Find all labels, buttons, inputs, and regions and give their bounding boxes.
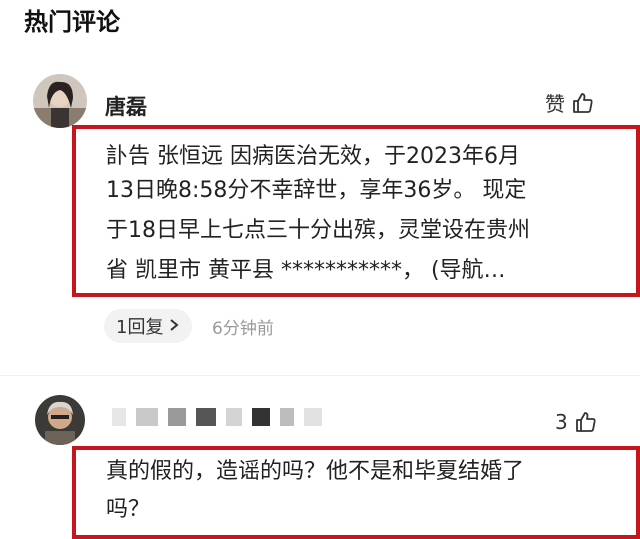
section-title: 热门评论 bbox=[24, 8, 120, 36]
thumbs-up-icon bbox=[571, 91, 595, 115]
blurred-username bbox=[112, 404, 322, 430]
like-count: 3 bbox=[555, 410, 568, 434]
reply-label: 1回复 bbox=[116, 317, 164, 338]
thumbs-up-icon bbox=[574, 410, 598, 434]
avatar[interactable] bbox=[33, 74, 87, 128]
divider bbox=[0, 375, 640, 376]
chevron-right-icon bbox=[169, 316, 180, 337]
comment-line: 于18日早上七点三十分出殡，灵堂设在贵州 bbox=[106, 218, 530, 243]
comment-line: 真的假的，造谣的吗？他不是和毕夏结婚了 bbox=[106, 459, 525, 484]
like-button[interactable]: 3 bbox=[555, 410, 598, 434]
avatar[interactable] bbox=[35, 395, 85, 445]
reply-button[interactable]: 1回复 bbox=[104, 309, 192, 343]
comment-time: 6分钟前 bbox=[212, 319, 274, 339]
comment-line: 13日晚8:58分不幸辞世，享年36岁。 现定 bbox=[106, 178, 527, 203]
comment-line: 吗？ bbox=[106, 497, 151, 522]
like-button[interactable]: 赞 bbox=[545, 88, 595, 117]
like-label: 赞 bbox=[545, 92, 565, 116]
comment-line: 省 凯里市 黄平县 ***********， (导航… bbox=[106, 258, 506, 283]
comment-line: 訃告 张恒远 因病医治无效，于2023年6月 bbox=[106, 144, 520, 169]
comment-username[interactable]: 唐磊 bbox=[105, 91, 147, 121]
